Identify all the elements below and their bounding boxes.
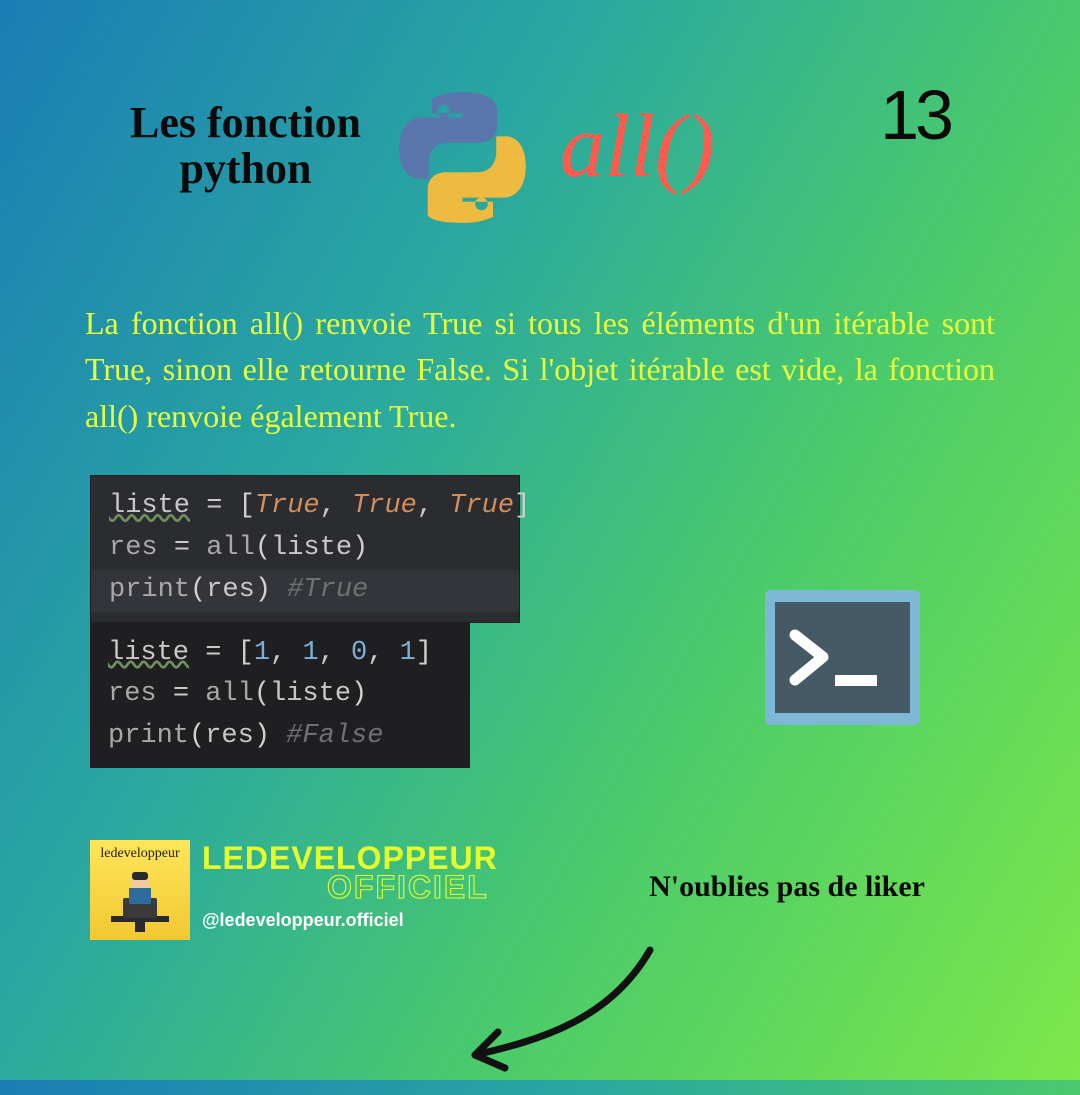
footer: ledeveloppeur LEDEVELOPPEUR OFFICIEL @le…	[90, 840, 498, 940]
code-block-2: liste = [1, 1, 0, 1] res = all(liste) pr…	[90, 623, 470, 769]
title-block: Les fonction python	[130, 100, 361, 192]
python-logo-icon	[395, 90, 530, 230]
page-number: 13	[880, 75, 950, 155]
developer-avatar-icon: ledeveloppeur	[90, 840, 190, 940]
code-examples: liste = [True, True, True] res = all(lis…	[90, 475, 520, 768]
terminal-icon	[765, 590, 920, 730]
code-block-1: liste = [True, True, True] res = all(lis…	[90, 475, 520, 623]
function-name: all()	[560, 95, 715, 198]
brand-sub: OFFICIEL	[327, 873, 498, 902]
title-line-2: python	[130, 146, 361, 192]
brand-block: LEDEVELOPPEUR OFFICIEL @ledeveloppeur.of…	[202, 840, 498, 928]
brand-handle: @ledeveloppeur.officiel	[202, 912, 498, 928]
description-text: La fonction all() renvoie True si tous l…	[85, 300, 995, 439]
curved-arrow-icon	[450, 940, 670, 1095]
title-line-1: Les fonction	[130, 100, 361, 146]
avatar-caption: ledeveloppeur	[100, 846, 179, 862]
like-cta-text: N'oublies pas de liker	[649, 870, 925, 904]
